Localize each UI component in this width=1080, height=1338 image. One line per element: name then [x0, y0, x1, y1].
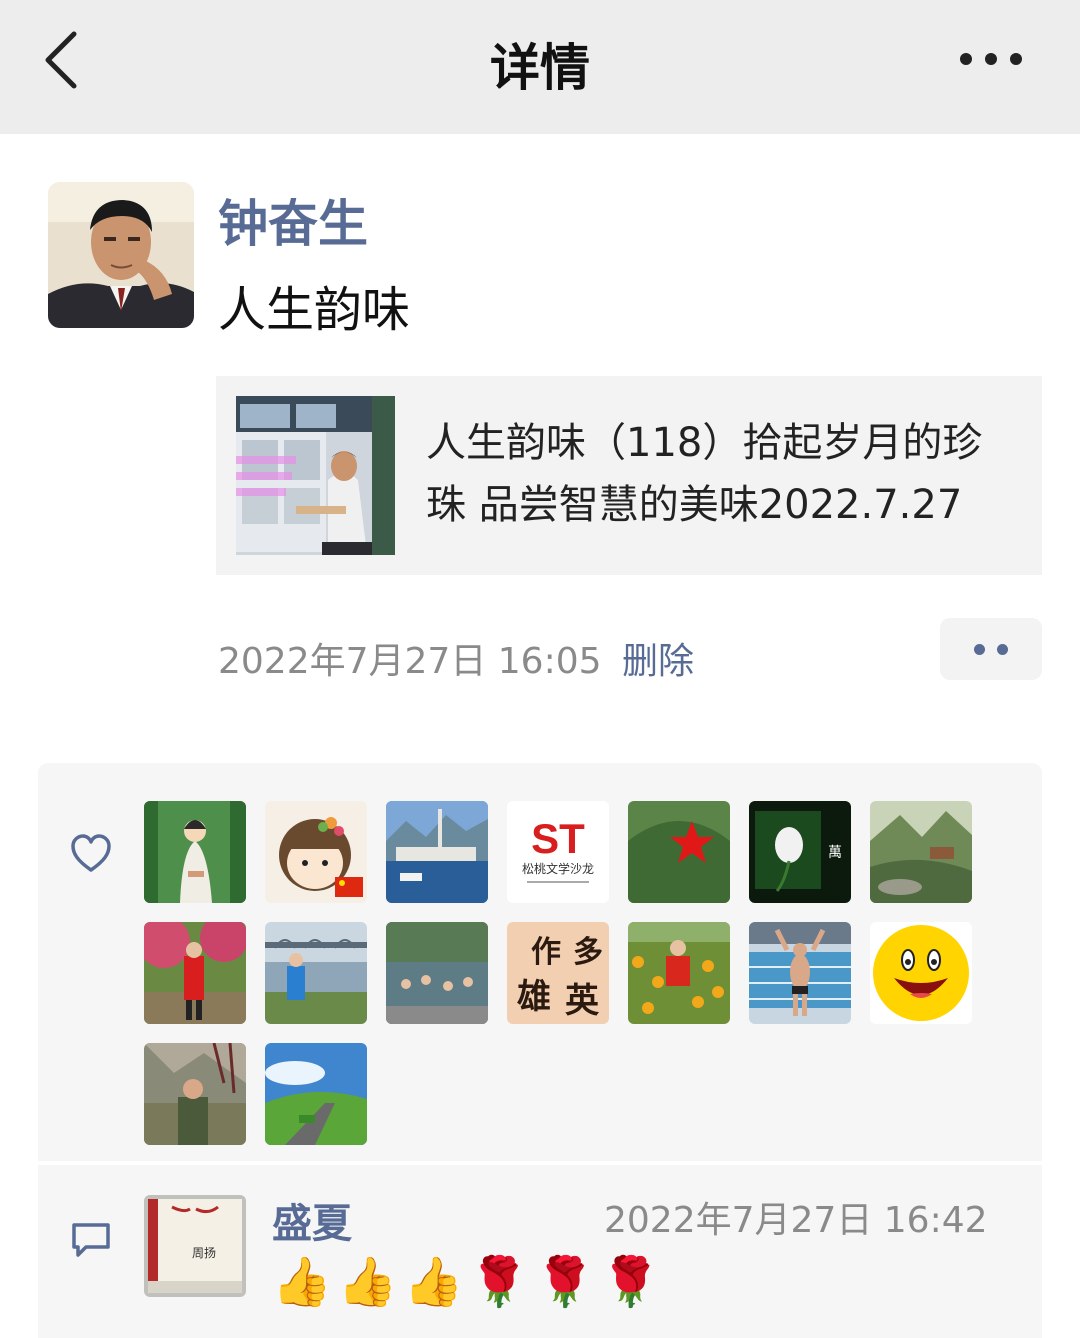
svg-text:萬: 萬: [828, 845, 842, 861]
heart-icon: [71, 834, 111, 872]
rose-emoji: 🌹: [469, 1254, 530, 1310]
nav-bar: 详情: [0, 0, 1080, 134]
like-avatar-1[interactable]: [144, 801, 246, 903]
like-avatar-3[interactable]: [386, 801, 488, 903]
like-avatar-2[interactable]: [265, 801, 367, 903]
page-title: 详情: [490, 39, 590, 97]
like-avatar-4[interactable]: ST 松桃文学沙龙: [507, 801, 609, 903]
svg-text:松桃文学沙龙: 松桃文学沙龙: [522, 861, 594, 876]
link-title: 人生韵味（118）拾起岁月的珍珠 品尝智慧的美味2022.7.27: [426, 420, 983, 528]
like-avatar-8[interactable]: [144, 922, 246, 1024]
post-timestamp: 2022年7月27日 16:05: [218, 641, 602, 682]
rose-emoji: 🌹: [600, 1254, 661, 1310]
like-avatar-15[interactable]: [144, 1043, 246, 1145]
post-text: 人生韵味: [218, 282, 411, 338]
likes-section: ST 松桃文学沙龙 萬 作多雄英: [38, 763, 1042, 1161]
author-name[interactable]: 钟奋生: [218, 184, 368, 256]
like-avatar-6[interactable]: 萬: [749, 801, 851, 903]
more-dot: [985, 53, 997, 65]
svg-text:ST: ST: [531, 815, 585, 862]
like-avatar-9[interactable]: [265, 922, 367, 1024]
like-avatar-7[interactable]: [870, 801, 972, 903]
commenter-avatar[interactable]: 周扬: [144, 1195, 246, 1297]
link-thumbnail: [236, 396, 395, 555]
delete-link[interactable]: 删除: [622, 632, 694, 684]
like-avatar-5[interactable]: [628, 801, 730, 903]
like-avatar-11[interactable]: 作多雄英: [507, 922, 609, 1024]
shared-link-card[interactable]: 人生韵味（118）拾起岁月的珍珠 品尝智慧的美味2022.7.27: [216, 376, 1042, 575]
post-actions-button[interactable]: [940, 618, 1042, 680]
action-dot: [997, 643, 1008, 655]
like-avatar-10[interactable]: [386, 922, 488, 1024]
like-avatar-16[interactable]: [265, 1043, 367, 1145]
svg-text:周扬: 周扬: [192, 1245, 216, 1260]
author-avatar[interactable]: [48, 182, 194, 328]
svg-text:作: 作: [531, 935, 561, 970]
thumbs-up-emoji: 👍: [272, 1254, 332, 1310]
svg-text:多: 多: [573, 935, 603, 970]
more-dot: [960, 53, 972, 65]
comment-timestamp: 2022年7月27日 16:42: [604, 1200, 988, 1241]
commenter-name[interactable]: 盛夏: [272, 1191, 352, 1249]
like-avatar-12[interactable]: [628, 922, 730, 1024]
svg-text:英: 英: [565, 981, 600, 1021]
more-dot: [1010, 53, 1022, 65]
comment-icon: [72, 1223, 110, 1257]
comments-section: 周扬 盛夏 2022年7月27日 16:42 👍 👍 👍 🌹 🌹 🌹: [38, 1165, 1042, 1338]
rose-emoji: 🌹: [535, 1254, 595, 1310]
like-avatar-13[interactable]: [749, 922, 851, 1024]
comment-body: 👍 👍 👍 🌹 🌹 🌹: [272, 1253, 661, 1310]
svg-text:雄: 雄: [517, 977, 551, 1017]
action-dot: [974, 643, 985, 655]
thumbs-up-emoji: 👍: [403, 1254, 464, 1310]
thumbs-up-emoji: 👍: [337, 1254, 398, 1310]
more-button[interactable]: [960, 48, 1022, 70]
like-avatar-14[interactable]: [870, 922, 972, 1024]
